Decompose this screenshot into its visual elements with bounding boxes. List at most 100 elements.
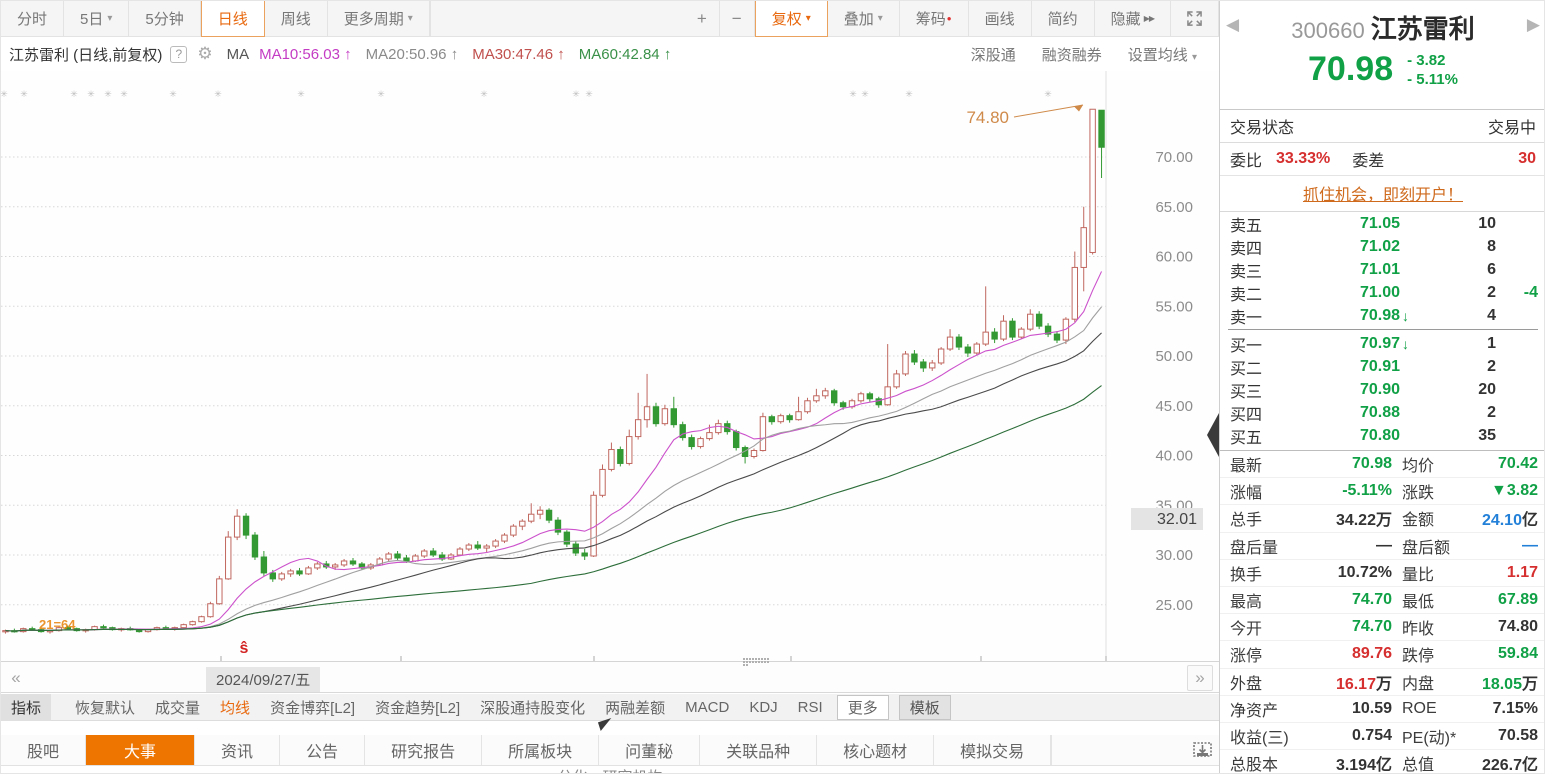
ask-row-卖五[interactable]: 卖五71.05 10 bbox=[1220, 212, 1545, 235]
book-price[interactable]: 71.05 bbox=[1282, 215, 1400, 233]
svg-text:✳: ✳ bbox=[104, 89, 112, 99]
indicator-tab-深股通持股变化[interactable]: 深股通持股变化 bbox=[470, 695, 595, 720]
indicator-tab-RSI[interactable]: RSI bbox=[788, 697, 833, 718]
tool-button-复权[interactable]: 复权▾ bbox=[755, 0, 828, 37]
candlestick-chart[interactable]: 70.0065.0060.0055.0050.0045.0040.0035.00… bbox=[1, 71, 1219, 661]
book-qty: 10 bbox=[1426, 215, 1496, 233]
stock-app-window: 分时5日▾5分钟日线周线更多周期▾ +−复权▾叠加▾筹码●画线简约隐藏▶▶ 江苏… bbox=[0, 0, 1545, 774]
period-button-日线[interactable]: 日线 bbox=[201, 0, 265, 37]
nav-tab-问董秘[interactable]: 问董秘 bbox=[599, 735, 700, 765]
indicator-tab-均线[interactable]: 均线 bbox=[210, 695, 260, 720]
nav-tab-大事[interactable]: 大事 bbox=[86, 735, 195, 765]
tool-button-筹码[interactable]: 筹码● bbox=[900, 1, 969, 36]
book-price[interactable]: 71.01 bbox=[1282, 261, 1400, 279]
svg-text:25.00: 25.00 bbox=[1155, 597, 1193, 614]
bid-row-买二[interactable]: 买二70.912 bbox=[1220, 355, 1545, 378]
ask-row-卖四[interactable]: 卖四71.028 bbox=[1220, 235, 1545, 258]
stat-value: 10.72% bbox=[1300, 564, 1392, 582]
stat-label: 总值 bbox=[1392, 751, 1476, 774]
scroll-left-button[interactable]: « bbox=[3, 665, 29, 691]
link-shengutong[interactable]: 深股通 bbox=[971, 44, 1016, 65]
period-button-5日[interactable]: 5日▾ bbox=[64, 1, 129, 36]
stat-label: 净资产 bbox=[1230, 697, 1300, 721]
indicator-tab-资金博弈[L2][interactable]: 资金博弈[L2] bbox=[260, 695, 365, 720]
nav-tab-股吧[interactable]: 股吧 bbox=[1, 735, 86, 765]
ask-row-卖一[interactable]: 卖一70.98↓4 bbox=[1220, 304, 1545, 327]
nav-tab-所属板块[interactable]: 所属板块 bbox=[482, 735, 599, 765]
next-stock-arrow[interactable]: ▶ bbox=[1527, 15, 1540, 35]
tool-button-隐藏[interactable]: 隐藏▶▶ bbox=[1095, 1, 1171, 36]
period-button-分时[interactable]: 分时 bbox=[1, 1, 64, 36]
dock-panel-icon[interactable] bbox=[1185, 735, 1219, 765]
bid-row-买五[interactable]: 买五70.8035 bbox=[1220, 424, 1545, 447]
book-price[interactable]: 71.00 bbox=[1282, 284, 1400, 302]
nav-tab-关联品种[interactable]: 关联品种 bbox=[700, 735, 817, 765]
stat-value: — bbox=[1476, 537, 1538, 555]
stat-label: 量比 bbox=[1392, 561, 1476, 585]
nav-tab-公告[interactable]: 公告 bbox=[280, 735, 365, 765]
stat-row-外盘: 外盘16.17万内盘18.05万 bbox=[1220, 669, 1545, 696]
indicator-tab-两融差额[interactable]: 两融差额 bbox=[595, 695, 675, 720]
svg-text:55.00: 55.00 bbox=[1155, 298, 1193, 315]
stats-grid: 最新70.98均价70.42涨幅-5.11%涨跌▼3.82总手34.22万金额2… bbox=[1220, 450, 1545, 774]
ask-row-卖二[interactable]: 卖二71.002-4 bbox=[1220, 281, 1545, 304]
book-price[interactable]: 71.02 bbox=[1282, 238, 1400, 256]
weicha-value: 30 bbox=[1518, 150, 1536, 168]
link-rongzirongquan[interactable]: 融资融券 bbox=[1042, 44, 1102, 65]
ma-setting-dropdown[interactable]: 设置均线 ▾ bbox=[1128, 44, 1197, 65]
book-price[interactable]: 70.88 bbox=[1282, 404, 1400, 422]
nav-tab-资讯[interactable]: 资讯 bbox=[195, 735, 280, 765]
book-price[interactable]: 70.98 bbox=[1282, 307, 1400, 325]
fullscreen-button[interactable] bbox=[1171, 1, 1219, 36]
indicator-tab-MACD[interactable]: MACD bbox=[675, 697, 739, 718]
svg-text:✳: ✳ bbox=[1044, 89, 1052, 99]
period-button-周线[interactable]: 周线 bbox=[265, 1, 328, 36]
book-divider bbox=[1228, 329, 1538, 330]
chart-scrollbar: « 2024/09/27/五 » bbox=[1, 661, 1219, 693]
bid-row-买三[interactable]: 买三70.9020 bbox=[1220, 378, 1545, 401]
book-price[interactable]: 70.97 bbox=[1282, 335, 1400, 353]
prev-stock-arrow[interactable]: ◀ bbox=[1226, 15, 1239, 35]
indicator-tab-成交量[interactable]: 成交量 bbox=[145, 695, 210, 720]
book-price[interactable]: 70.80 bbox=[1282, 427, 1400, 445]
indicator-tab-KDJ[interactable]: KDJ bbox=[739, 697, 787, 718]
svg-text:✳: ✳ bbox=[861, 89, 869, 99]
indicator-bar-label: 指标 bbox=[1, 694, 51, 721]
tool-button-+[interactable]: + bbox=[685, 1, 720, 36]
tool-button-简约[interactable]: 简约 bbox=[1032, 1, 1095, 36]
symbol-label: 江苏雷利 (日线,前复权) bbox=[9, 44, 162, 65]
tool-button-画线[interactable]: 画线 bbox=[969, 1, 1032, 36]
gear-icon[interactable]: ⚙ bbox=[197, 44, 212, 64]
bid-row-买四[interactable]: 买四70.882 bbox=[1220, 401, 1545, 424]
stat-row-涨停: 涨停89.76跌停59.84 bbox=[1220, 641, 1545, 668]
weibi-value: 33.33% bbox=[1276, 150, 1330, 168]
scroll-right-button[interactable]: » bbox=[1187, 665, 1213, 691]
splitter-handle[interactable] bbox=[743, 658, 769, 665]
period-button-更多周期[interactable]: 更多周期▾ bbox=[328, 1, 430, 36]
tool-button-−[interactable]: − bbox=[720, 1, 755, 36]
open-account-link[interactable]: 抓住机会，即刻开户！ bbox=[1303, 187, 1463, 204]
help-icon[interactable]: ? bbox=[170, 46, 187, 63]
period-button-5分钟[interactable]: 5分钟 bbox=[129, 1, 200, 36]
indicator-tab-更多[interactable]: 更多 bbox=[837, 695, 889, 720]
nav-tab-研究报告[interactable]: 研究报告 bbox=[365, 735, 482, 765]
book-label: 卖五 bbox=[1230, 212, 1282, 236]
indicator-tab-资金趋势[L2][interactable]: 资金趋势[L2] bbox=[365, 695, 470, 720]
indicator-tab-恢复默认[interactable]: 恢复默认 bbox=[65, 695, 145, 720]
bid-row-买一[interactable]: 买一70.97↓1 bbox=[1220, 332, 1545, 355]
indicator-tab-模板[interactable]: 模板 bbox=[899, 695, 951, 720]
nav-tab-模拟交易[interactable]: 模拟交易 bbox=[934, 735, 1051, 765]
book-label: 买四 bbox=[1230, 401, 1282, 425]
chevron-down-icon: ▾ bbox=[1192, 52, 1197, 63]
ma-legend-item-2: MA30:47.46 ↑ bbox=[472, 46, 565, 63]
stat-label: 最新 bbox=[1230, 452, 1300, 476]
ask-row-卖三[interactable]: 卖三71.016 bbox=[1220, 258, 1545, 281]
book-price[interactable]: 70.91 bbox=[1282, 358, 1400, 376]
tool-button-叠加[interactable]: 叠加▾ bbox=[828, 1, 900, 36]
chart-canvas[interactable]: 70.0065.0060.0055.0050.0045.0040.0035.00… bbox=[1, 71, 1219, 661]
nav-tab-核心题材[interactable]: 核心题材 bbox=[817, 735, 934, 765]
stat-value: 89.76 bbox=[1300, 645, 1392, 663]
book-price[interactable]: 70.90 bbox=[1282, 381, 1400, 399]
svg-text:✳: ✳ bbox=[20, 89, 28, 99]
stat-row-最高: 最高74.70最低67.89 bbox=[1220, 587, 1545, 614]
